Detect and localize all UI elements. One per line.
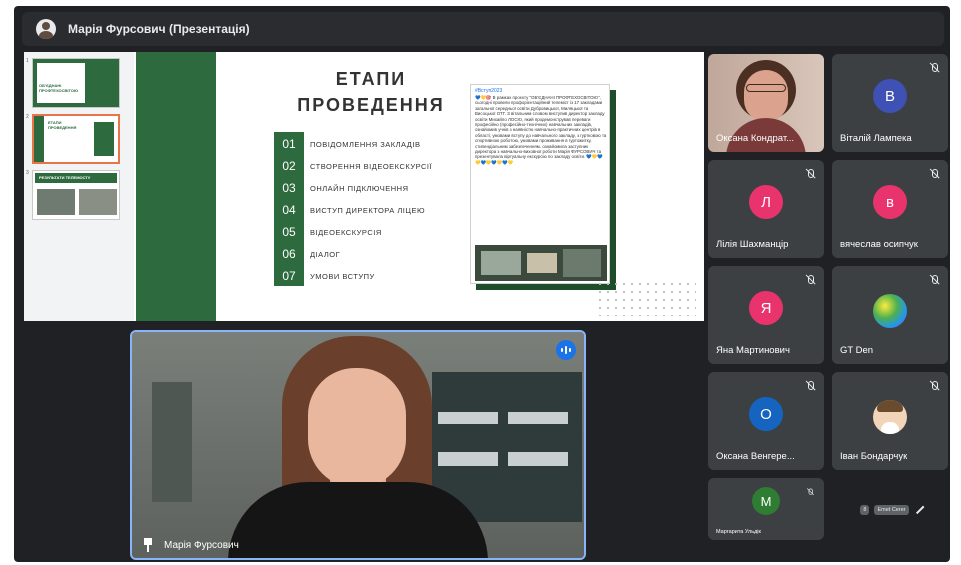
stage-row: 03 ОНЛАЙН ПІДКЛЮЧЕННЯ <box>274 178 409 198</box>
stage-label: ПОВІДОМЛЕННЯ ЗАКЛАДІВ <box>310 139 421 149</box>
stage-number: 06 <box>274 244 304 264</box>
participant-tile[interactable]: Іван Бондарчук <box>832 372 948 470</box>
slide-title: ЕТАПИ ПРОВЕДЕННЯ <box>286 66 456 118</box>
mic-off-icon <box>804 380 816 392</box>
decorative-dots <box>596 280 696 316</box>
participant-tile[interactable]: М Маргарита Ульдік <box>708 478 824 540</box>
slide-thumbnail-1[interactable]: ОБ'ЄДНАНІ ПРОФТЕХОСВІТОЮ <box>32 58 120 108</box>
participant-avatar: Л <box>749 185 783 219</box>
participant-tile[interactable]: GT Den <box>832 266 948 364</box>
participant-tile[interactable]: В Віталій Лампека <box>832 54 948 152</box>
participant-tile[interactable]: О Оксана Венгере... <box>708 372 824 470</box>
participant-name: Маргарита Ульдік <box>716 529 761 535</box>
stage-number: 05 <box>274 222 304 242</box>
stage-row: 02 СТВОРЕННЯ ВІДЕОЕКСКУРСІЇ <box>274 156 432 176</box>
slide-thumbnail-3[interactable]: РЕЗУЛЬТАТИ ТЕЛЕМОСТУ <box>32 170 120 220</box>
participant-tile[interactable]: Л Лілія Шахманцір <box>708 160 824 258</box>
mic-off-icon <box>804 168 816 180</box>
pin-icon[interactable] <box>142 538 154 552</box>
mic-off-icon <box>928 274 940 286</box>
speaker-face <box>308 368 406 488</box>
thumb-1-title: ОБ'ЄДНАНІ ПРОФТЕХОСВІТОЮ <box>39 83 79 93</box>
participant-tile[interactable]: Я Яна Мартинович <box>708 266 824 364</box>
participant-name: Іван Бондарчук <box>840 451 908 462</box>
post-text: 💙💛🎯 В рамках проєкту "ОБ'ЄДНАНІ ПРОФТЕХО… <box>475 95 607 165</box>
participant-name: Віталій Лампека <box>840 133 912 144</box>
more-participants[interactable]: 8 Emet Cerer <box>834 482 950 538</box>
thumb-3-title: РЕЗУЛЬТАТИ ТЕЛЕМОСТУ <box>39 175 91 180</box>
stage-row: 01 ПОВІДОМЛЕННЯ ЗАКЛАДІВ <box>274 134 420 154</box>
stage-number: 01 <box>274 134 304 154</box>
left-shelf <box>152 382 192 502</box>
slide-green-band <box>136 52 216 321</box>
thumb-number: 3 <box>26 170 29 176</box>
thumb-number: 2 <box>26 114 29 120</box>
participant-name: Яна Мартинович <box>716 345 790 356</box>
participant-avatar: в <box>873 185 907 219</box>
stage-label: ВИСТУП ДИРЕКТОРА ЛІЦЕЮ <box>310 205 426 215</box>
participant-avatar <box>873 294 907 328</box>
stage-number: 02 <box>274 156 304 176</box>
stage-row: 04 ВИСТУП ДИРЕКТОРА ЛІЦЕЮ <box>274 200 425 220</box>
shared-presentation[interactable]: 1 ОБ'ЄДНАНІ ПРОФТЕХОСВІТОЮ 2 ЕТАПИ ПРОВЕ… <box>24 52 704 321</box>
participant-tile[interactable]: Оксана Кондрат... <box>708 54 824 152</box>
mic-off-icon <box>928 62 940 74</box>
slide-thumbnails: 1 ОБ'ЄДНАНІ ПРОФТЕХОСВІТОЮ 2 ЕТАПИ ПРОВЕ… <box>24 52 134 321</box>
participant-name: Лілія Шахманцір <box>716 239 789 250</box>
stage-label: УМОВИ ВСТУПУ <box>310 271 375 281</box>
participant-name: вячеслав осипчук <box>840 239 918 250</box>
mic-off-icon <box>928 168 940 180</box>
slide-title-line2: ПРОВЕДЕННЯ <box>297 95 445 115</box>
participant-name-chip: Emet Cerer <box>874 505 909 515</box>
stage-label: ДІАЛОГ <box>310 249 341 259</box>
slide-thumbnail-2[interactable]: ЕТАПИ ПРОВЕДЕННЯ <box>32 114 120 164</box>
speaker-name-label: Марія Фурсович <box>142 538 239 552</box>
presentation-title: Марія Фурсович (Презентація) <box>68 22 250 36</box>
stage-row: 06 ДІАЛОГ <box>274 244 340 264</box>
active-speaker-tile[interactable]: Марія Фурсович <box>130 330 586 560</box>
mic-off-icon <box>804 274 816 286</box>
stage-row: 07 УМОВИ ВСТУПУ <box>274 266 375 286</box>
mic-off-icon <box>928 380 940 392</box>
stage-number: 04 <box>274 200 304 220</box>
meet-window: Марія Фурсович (Презентація) 1 ОБ'ЄДНАНІ… <box>14 6 950 562</box>
stage-row: 05 ВІДЕОЕКСКУРСІЯ <box>274 222 382 242</box>
speaker-name: Марія Фурсович <box>164 539 239 551</box>
presenter-bar: Марія Фурсович (Презентація) <box>22 12 944 46</box>
speaker-body <box>228 482 488 558</box>
slide-title-line1: ЕТАПИ <box>335 69 407 89</box>
participant-name: Оксана Венгере... <box>716 451 795 462</box>
participant-avatar <box>873 400 907 434</box>
post-hashtag: #Вступ2023 <box>475 88 503 94</box>
thumb-number: 1 <box>26 58 29 64</box>
social-post: #Вступ2023 💙💛🎯 В рамках проєкту "ОБ'ЄДНА… <box>470 84 610 284</box>
slide-canvas: ЕТАПИ ПРОВЕДЕННЯ 01 ПОВІДОМЛЕННЯ ЗАКЛАДІ… <box>216 52 704 321</box>
participant-avatar: О <box>749 397 783 431</box>
stage-label: СТВОРЕННЯ ВІДЕОЕКСКУРСІЇ <box>310 161 433 171</box>
participant-name: GT Den <box>840 345 874 356</box>
presenter-avatar <box>36 19 56 39</box>
participant-count-chip: 8 <box>860 505 870 515</box>
stage-number: 07 <box>274 266 304 286</box>
participant-avatar: Я <box>749 291 783 325</box>
stage-number: 03 <box>274 178 304 198</box>
mic-off-icon <box>806 488 814 496</box>
stage-label: ВІДЕОЕКСКУРСІЯ <box>310 227 382 237</box>
participant-tile[interactable]: в вячеслав осипчук <box>832 160 948 258</box>
expand-icon[interactable] <box>914 505 924 515</box>
post-photo <box>475 245 607 281</box>
participant-name: Оксана Кондрат... <box>716 133 795 144</box>
stage-label: ОНЛАЙН ПІДКЛЮЧЕННЯ <box>310 183 409 193</box>
participant-avatar: В <box>873 79 907 113</box>
speaking-indicator-icon <box>556 340 576 360</box>
participant-avatar: М <box>752 487 780 515</box>
thumb-2-title: ЕТАПИ ПРОВЕДЕННЯ <box>48 120 77 130</box>
